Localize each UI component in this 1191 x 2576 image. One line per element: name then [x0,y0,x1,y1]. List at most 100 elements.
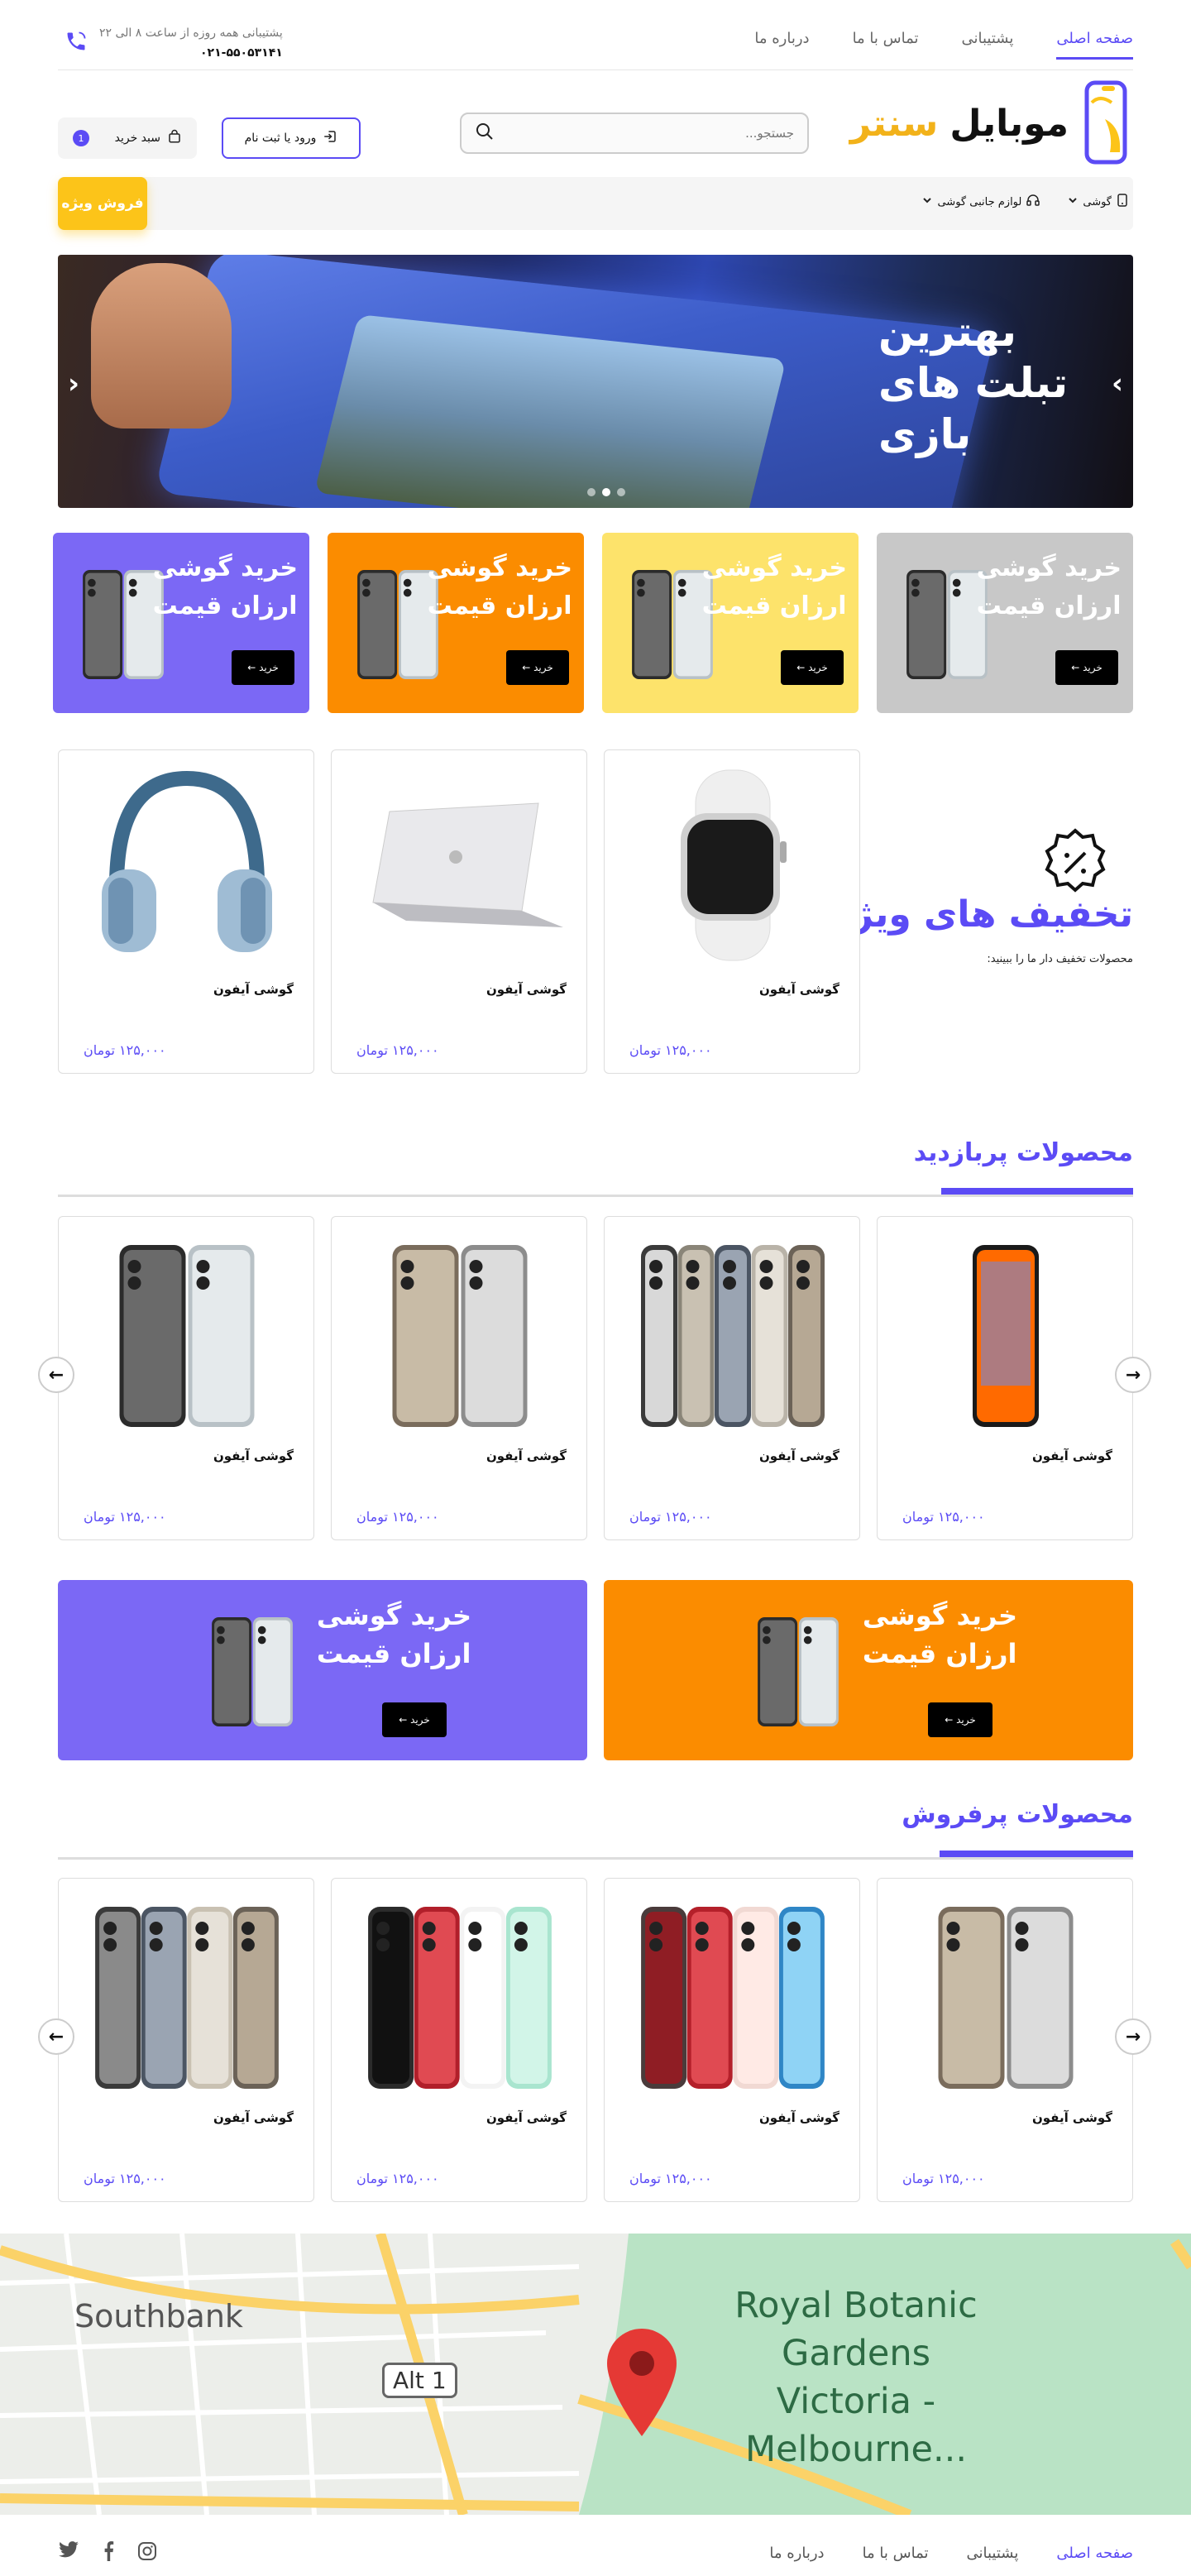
product-name: گوشی آیفون [1031,1448,1112,1463]
product-card[interactable]: گوشی آیفون ۱۲۵,۰۰۰ تومان [331,1878,587,2202]
product-card[interactable]: گوشی آیفون ۱۲۵,۰۰۰ تومان [58,749,314,1074]
hero-title: بهترین تبلت های بازی [878,308,1069,458]
section-accent [940,1851,1133,1857]
footer-contact[interactable]: تماس با ما [863,2545,929,2562]
product-image [902,1228,1109,1435]
slider-dot[interactable] [602,488,610,496]
product-name: گوشی آیفون [758,1448,839,1463]
facebook-icon[interactable] [103,2541,114,2564]
promo-banner[interactable]: خرید گوشی ارزان قیمت خرید ← [604,1580,1133,1760]
product-image [629,1228,836,1435]
promo-banner[interactable]: خرید گوشی ارزان قیمت خرید ← [602,533,859,713]
discount-subtitle: محصولات تخفیف دار ما را ببینید: [987,953,1133,965]
special-sale-button[interactable]: فروش ویژه [58,177,147,230]
login-button[interactable]: ورود یا ثبت نام [222,117,361,159]
divider [58,69,1133,70]
support-info: پشتیبانی همه روزه از ساعت ۸ الی ۲۲ ۰۲۱-۵… [65,23,283,63]
product-card[interactable]: گوشی آیفون ۱۲۵,۰۰۰ تومان [331,749,587,1074]
product-name: گوشی آیفون [485,1448,567,1463]
product-card[interactable]: گوشی آیفون ۱۲۵,۰۰۰ تومان [331,1216,587,1540]
carousel-prev-icon[interactable]: ← [38,2018,74,2055]
bag-icon [167,129,182,147]
slider-prev-icon[interactable]: ‹ [68,367,79,400]
product-price: ۱۲۵,۰۰۰ تومان [84,2171,166,2186]
footer-about[interactable]: درباره ما [769,2545,824,2562]
product-image [629,1890,836,2097]
logo-text-1: موبایل [949,102,1069,145]
product-name: گوشی آیفون [1031,2110,1112,2125]
product-name: گوشی آیفون [485,982,567,997]
nav-contact[interactable]: تماس با ما [853,30,919,60]
support-hours: پشتیبانی همه روزه از ساعت ۸ الی ۲۲ [99,26,283,40]
product-image [356,762,563,969]
category-menu: گوشی لوازم جانبی گوشی [922,194,1128,210]
product-image [356,1228,563,1435]
footer-support[interactable]: پشتیبانی [967,2545,1019,2562]
support-phone[interactable]: ۰۲۱-۵۵۰۵۳۱۴۱ [99,43,283,63]
logo[interactable]: موبایل سنتر [850,78,1133,169]
hero-slider: بهترین تبلت های بازی › ‹ [58,255,1133,508]
section-divider [58,1857,1133,1860]
discount-badge-icon [1038,826,1112,903]
slider-next-icon[interactable]: › [1112,367,1123,400]
promo-buy-button[interactable]: خرید ← [928,1702,992,1737]
nav-home[interactable]: صفحه اصلی [1056,30,1133,60]
product-price: ۱۲۵,۰۰۰ تومان [629,1042,712,1058]
promo-banner[interactable]: خرید گوشی ارزان قیمت خرید ← [58,1580,587,1760]
product-card[interactable]: گوشی آیفون ۱۲۵,۰۰۰ تومان [877,1878,1133,2202]
promo-banner[interactable]: خرید گوشی ارزان قیمت خرید ← [53,533,309,713]
map-park-label: Royal Botanic Gardens Victoria - Melbour… [734,2285,978,2470]
product-card[interactable]: گوشی آیفون ۱۲۵,۰۰۰ تومان [604,749,860,1074]
category-accessories-label: لوازم جانبی گوشی [937,195,1022,208]
product-card[interactable]: گوشی آیفون ۱۲۵,۰۰۰ تومان [604,1216,860,1540]
promo-title: خرید گوشی ارزان قیمت [701,553,847,620]
twitter-icon[interactable] [58,2541,79,2564]
footer-nav: صفحه اصلی پشتیبانی تماس با ما درباره ما [769,2545,1133,2562]
promo-banner[interactable]: خرید گوشی ارزان قیمت خرید ← [328,533,584,713]
product-price: ۱۲۵,۰۰۰ تومان [84,1509,166,1525]
login-icon [323,129,337,147]
headphones-icon [1026,194,1040,210]
promo-buy-button[interactable]: خرید ← [781,650,844,685]
product-card[interactable]: گوشی آیفون ۱۲۵,۰۰۰ تومان [58,1878,314,2202]
carousel-next-icon[interactable]: → [1115,1357,1151,1393]
product-card[interactable]: گوشی آیفون ۱۲۵,۰۰۰ تومان [58,1216,314,1540]
category-accessories[interactable]: لوازم جانبی گوشی [922,194,1040,210]
map-image [0,2234,1191,2515]
instagram-icon[interactable] [137,2541,157,2564]
product-image [356,1890,563,2097]
promo-buy-button[interactable]: خرید ← [382,1702,447,1737]
product-price: ۱۲۵,۰۰۰ تومان [902,1509,985,1525]
promo-banner[interactable]: خرید گوشی ارزان قیمت خرید ← [877,533,1133,713]
product-image [84,1890,290,2097]
carousel-next-icon[interactable]: → [1115,2018,1151,2055]
cart-count-badge: 1 [73,130,89,146]
location-map[interactable]: Royal Botanic Gardens Victoria - Melbour… [0,2234,1191,2515]
product-image [84,762,290,969]
cart-label: سبد خرید [114,132,160,145]
promo-buy-button[interactable]: خرید ← [1055,650,1118,685]
carousel-prev-icon[interactable]: ← [38,1357,74,1393]
product-card[interactable]: گوشی آیفون ۱۲۵,۰۰۰ تومان [877,1216,1133,1540]
login-label: ورود یا ثبت نام [244,132,317,145]
promo-title: خرید گوشی ارزان قیمت [316,1600,471,1669]
search-input[interactable] [529,126,794,141]
map-road-label: Alt 1 [382,2363,457,2398]
slider-dot[interactable] [587,488,596,496]
top-nav: صفحه اصلی پشتیبانی تماس با ما درباره ما [754,30,1133,60]
cart-button[interactable]: سبد خرید 1 [58,117,197,159]
product-name: گوشی آیفون [758,2110,839,2125]
category-phones[interactable]: گوشی [1068,194,1128,210]
nav-about[interactable]: درباره ما [754,30,809,60]
bestsellers-title: محصولات پرفروش [902,1800,1133,1829]
promo-buy-button[interactable]: خرید ← [506,650,569,685]
map-pin-icon[interactable] [600,2325,683,2440]
chevron-down-icon [1068,195,1078,208]
slider-dot[interactable] [617,488,625,496]
product-card[interactable]: گوشی آیفون ۱۲۵,۰۰۰ تومان [604,1878,860,2202]
product-image [902,1890,1109,2097]
promo-buy-button[interactable]: خرید ← [232,650,294,685]
footer-home[interactable]: صفحه اصلی [1056,2545,1133,2562]
nav-support[interactable]: پشتیبانی [962,30,1014,60]
search-icon[interactable] [475,122,495,145]
